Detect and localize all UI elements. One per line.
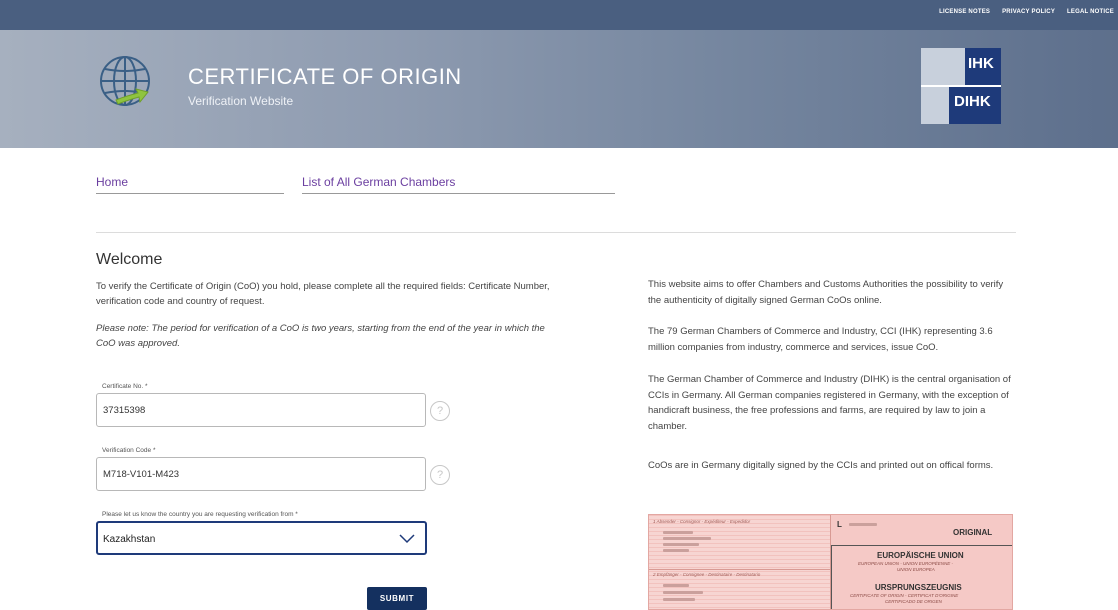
nav-home-link[interactable]: Home (96, 175, 284, 194)
info-paragraph-3: The German Chamber of Commerce and Indus… (648, 374, 1011, 432)
submit-button[interactable]: SUBMIT (367, 587, 427, 610)
certificate-union-sub2: UNION EUROPEA (897, 567, 935, 572)
welcome-heading: Welcome (96, 251, 163, 268)
certificate-label: Certificate No. * (102, 383, 148, 390)
certificate-field-divider (649, 569, 831, 570)
certificate-number-value: 37315398 (103, 405, 146, 416)
certificate-ursprung-title: URSPRUNGSZEUGNIS (875, 583, 962, 592)
certificate-original-label: ORIGINAL (953, 528, 993, 537)
certificate-consignee-label: 2 Empfänger - Consignee - Destinataire -… (653, 572, 761, 577)
country-label: Please let us know the country you are r… (102, 511, 298, 518)
globe-icon (100, 56, 150, 106)
header-banner: CERTIFICATE OF ORIGIN Verification Websi… (0, 30, 1118, 148)
intro-text: To verify the Certificate of Origin (CoO… (96, 281, 550, 307)
certificate-number-input[interactable]: 37315398 (96, 393, 426, 427)
certificate-help-icon[interactable]: ? (430, 401, 450, 421)
legal-notice-link[interactable]: LEGAL NOTICE (1067, 9, 1114, 15)
country-select[interactable]: Kazakhstan (96, 521, 427, 555)
site-title: CERTIFICATE OF ORIGIN (188, 64, 462, 89)
certificate-ursprung-sub2: CERTIFICADO DE ORIGEN (885, 599, 942, 604)
certificate-union-title: EUROPÄISCHE UNION (877, 551, 964, 560)
info-paragraph-1: This website aims to offer Chambers and … (648, 279, 1004, 306)
verification-code-label: Verification Code * (102, 447, 156, 454)
logo-dihk-text: DIHK (954, 93, 991, 110)
certificate-ursprung-sub1: CERTIFICATE OF ORIGIN - CERTIFICAT D'ORI… (850, 593, 959, 598)
ihk-dihk-logo: IHK DIHK (921, 48, 1001, 124)
site-subtitle: Verification Website (188, 94, 294, 108)
chevron-down-icon (399, 534, 415, 544)
certificate-sample-image: 1 Absender - Consignor - Expéditeur - Ex… (648, 514, 1013, 610)
certificate-union-sub1: EUROPEAN UNION - UNION EUROPÉENNE - (858, 561, 954, 566)
certificate-l-mark: L (837, 520, 842, 529)
certificate-consignor-label: 1 Absender - Consignor - Expéditeur - Ex… (653, 519, 751, 524)
country-select-value: Kazakhstan (103, 534, 156, 545)
section-divider (96, 232, 1016, 233)
license-notes-link[interactable]: LICENSE NOTES (939, 9, 990, 15)
info-paragraph-2: The 79 German Chambers of Commerce and I… (648, 326, 993, 353)
verification-code-input[interactable]: M718-V101-M423 (96, 457, 426, 491)
validity-note: Please note: The period for verification… (96, 323, 545, 349)
logo-ihk-text: IHK (968, 55, 994, 72)
top-links: LICENSE NOTES PRIVACY POLICY LEGAL NOTIC… (939, 9, 1114, 15)
certificate-left-column (649, 515, 831, 609)
nav-chambers-link[interactable]: List of All German Chambers (302, 175, 615, 194)
verification-code-value: M718-V101-M423 (103, 469, 180, 480)
top-bar: LICENSE NOTES PRIVACY POLICY LEGAL NOTIC… (0, 0, 1118, 30)
privacy-policy-link[interactable]: PRIVACY POLICY (1002, 9, 1055, 15)
verification-code-help-icon[interactable]: ? (430, 465, 450, 485)
info-paragraph-4: CoOs are in Germany digitally signed by … (648, 460, 994, 471)
